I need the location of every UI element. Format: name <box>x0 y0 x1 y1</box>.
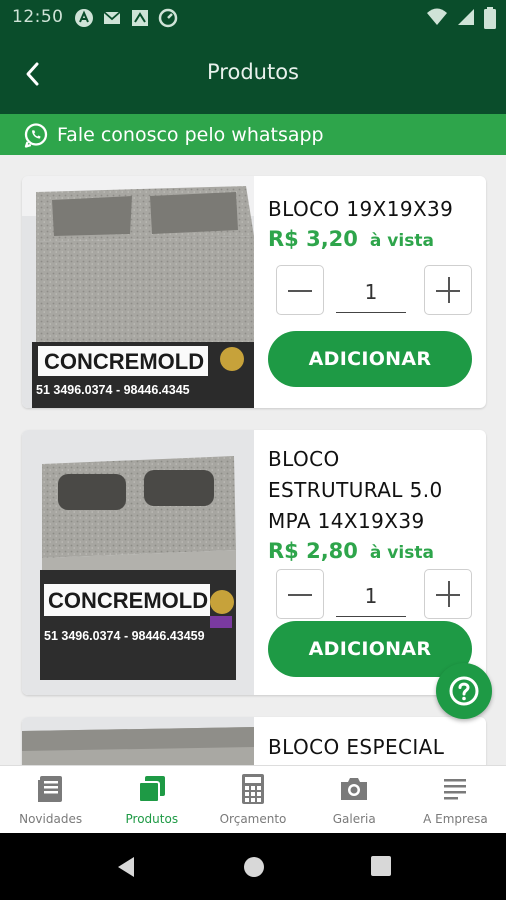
products-icon <box>137 776 165 803</box>
page-title: Produtos <box>207 60 299 84</box>
nav-label: A Empresa <box>423 812 488 826</box>
nav-a-empresa[interactable]: A Empresa <box>405 766 506 833</box>
app-bar: Produtos <box>0 34 506 114</box>
photo-phone-text: 51 3496.0374 - 98446.4345 <box>36 383 190 397</box>
increase-quantity-button[interactable] <box>424 569 472 619</box>
status-bar: 12:50 <box>0 0 506 34</box>
whatsapp-icon <box>24 122 48 148</box>
product-photo[interactable] <box>22 717 254 765</box>
product-price: R$ 3,20 <box>268 227 358 251</box>
concrete-block-image: CONCREMOLD 51 3496.0374 - 98446.43459 <box>22 430 254 695</box>
mail-icon <box>103 11 121 24</box>
product-name: BLOCO ESPECIAL <box>268 735 445 759</box>
product-photo[interactable]: CONCREMOLD 51 3496.0374 - 98446.4345 <box>22 176 254 408</box>
add-to-cart-button[interactable]: ADICIONAR <box>268 331 472 387</box>
camera-icon <box>341 778 368 800</box>
map-icon <box>132 10 148 26</box>
nav-galeria[interactable]: Galeria <box>304 766 405 833</box>
product-name: BLOCO 19X19X39 <box>268 197 454 221</box>
nav-orcamento[interactable]: Orçamento <box>202 766 303 833</box>
quantity-input[interactable] <box>336 575 406 617</box>
whatsapp-contact-bar[interactable]: Fale conosco pelo whatsapp <box>0 114 506 155</box>
product-name: BLOCO ESTRUTURAL 5.0 MPA 14X19X39 <box>268 447 443 533</box>
system-recents-icon[interactable] <box>370 855 392 877</box>
price-note: à vista <box>369 543 434 563</box>
notification-icons <box>74 8 178 28</box>
product-card: CONCREMOLD 51 3496.0374 - 98446.43459 BL… <box>22 430 486 695</box>
wifi-icon <box>427 8 447 25</box>
nav-novidades[interactable]: Novidades <box>0 766 101 833</box>
system-back-icon[interactable] <box>114 855 138 879</box>
price-row: R$ 2,80 à vista <box>268 539 472 563</box>
price-row: R$ 3,20 à vista <box>268 227 472 251</box>
nav-produtos[interactable]: Produtos <box>101 766 202 833</box>
company-icon <box>444 779 467 800</box>
nav-label: Produtos <box>125 812 179 826</box>
quantity-stepper <box>268 265 472 317</box>
photo-brand-text: CONCREMOLD <box>48 588 208 613</box>
battery-icon <box>484 7 496 29</box>
system-home-icon[interactable] <box>242 855 266 879</box>
help-button[interactable] <box>436 663 492 719</box>
nav-label: Galeria <box>332 812 376 826</box>
concrete-block-image: CONCREMOLD 51 3496.0374 - 98446.4345 <box>22 176 254 408</box>
speed-icon <box>158 8 178 28</box>
concrete-block-image <box>22 717 254 765</box>
photo-brand-text: CONCREMOLD <box>44 349 204 374</box>
product-price: R$ 2,80 <box>268 539 358 563</box>
system-navigation-bar <box>0 833 506 900</box>
system-icons <box>426 7 496 29</box>
whatsapp-label: Fale conosco pelo whatsapp <box>57 123 324 146</box>
product-card: BLOCO ESPECIAL <box>22 717 486 765</box>
photo-phone-text: 51 3496.0374 - 98446.43459 <box>44 629 205 643</box>
minus-icon <box>288 290 312 292</box>
decrease-quantity-button[interactable] <box>276 569 324 619</box>
nav-label: Orçamento <box>219 812 287 826</box>
nav-label: Novidades <box>19 812 83 826</box>
minus-icon <box>288 594 312 596</box>
news-icon <box>37 776 62 802</box>
product-info: BLOCO ESPECIAL <box>268 717 472 763</box>
status-time: 12:50 <box>12 7 64 27</box>
quantity-input[interactable] <box>336 271 406 313</box>
decrease-quantity-button[interactable] <box>276 265 324 315</box>
product-card: CONCREMOLD 51 3496.0374 - 98446.4345 BLO… <box>22 176 486 408</box>
product-info: BLOCO ESTRUTURAL 5.0 MPA 14X19X39 R$ 2,8… <box>268 430 472 677</box>
signal-icon <box>458 9 474 25</box>
a-circle-icon <box>75 9 93 27</box>
price-note: à vista <box>369 231 434 251</box>
question-icon <box>449 676 479 706</box>
product-info: BLOCO 19X19X39 R$ 3,20 à vista ADICIONAR <box>268 176 472 387</box>
product-list[interactable]: CONCREMOLD 51 3496.0374 - 98446.4345 BLO… <box>0 155 506 765</box>
quantity-stepper <box>268 569 472 621</box>
increase-quantity-button[interactable] <box>424 265 472 315</box>
bottom-navigation: Novidades Produtos Orçamento Galeria A E… <box>0 765 506 833</box>
calculator-icon <box>242 774 264 804</box>
product-photo[interactable]: CONCREMOLD 51 3496.0374 - 98446.43459 <box>22 430 254 695</box>
